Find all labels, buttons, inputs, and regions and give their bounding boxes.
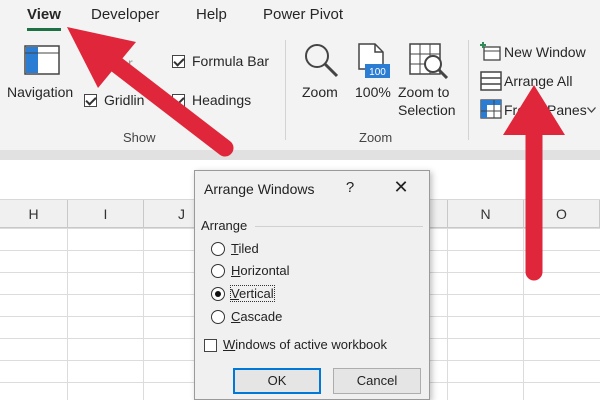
gridline [67, 228, 68, 400]
help-button[interactable]: ? [342, 179, 358, 196]
ribbon: View Developer Help Power Pivot Navigati… [0, 0, 600, 150]
gridline [143, 228, 144, 400]
zoom-to-selection-label-2: Selection [398, 102, 456, 118]
arrange-all-label: Arrange All [504, 73, 573, 89]
gridline [447, 228, 448, 400]
group-divider [285, 40, 286, 140]
tab-power-pivot[interactable]: Power Pivot [263, 6, 343, 23]
navigation-label: Navigation [7, 84, 74, 100]
cancel-button[interactable]: Cancel [333, 368, 421, 394]
ribbon-bottom-band [0, 150, 600, 160]
dialog-title: Arrange Windows [204, 181, 315, 197]
zoom-100-icon: 100 [358, 43, 390, 78]
gridline [523, 228, 524, 400]
tab-view[interactable]: View [27, 6, 61, 23]
radio-horizontal[interactable] [211, 264, 225, 278]
tab-developer[interactable]: Developer [91, 6, 159, 23]
ok-button[interactable]: OK [233, 368, 321, 394]
formula-bar-checkbox[interactable] [172, 55, 185, 68]
option-cascade-label[interactable]: Cascade [231, 309, 282, 324]
gridlines-label[interactable]: Gridlin [104, 92, 144, 108]
zoom-label: Zoom [302, 84, 338, 100]
column-header-n[interactable]: N [448, 200, 524, 228]
active-workbook-checkbox[interactable] [204, 339, 217, 352]
arrange-group-label: Arrange [201, 218, 248, 233]
radio-cascade[interactable] [211, 310, 225, 324]
zoom-to-selection-icon [409, 43, 449, 79]
freeze-panes-icon [480, 99, 502, 119]
magnifier-icon [305, 44, 339, 78]
group-divider [468, 40, 469, 140]
zoom-to-selection-label-1: Zoom to [398, 84, 450, 100]
column-header-o[interactable]: O [524, 200, 600, 228]
option-horizontal-label[interactable]: Horizontal [231, 263, 290, 278]
new-window-icon [480, 42, 501, 61]
radio-vertical[interactable] [211, 287, 225, 301]
chevron-down-icon [587, 107, 596, 113]
navigation-pane-icon [24, 45, 60, 75]
freeze-panes-label-a: Fre [504, 102, 525, 118]
show-group-label: Show [123, 130, 156, 145]
radio-tiled[interactable] [211, 242, 225, 256]
arrange-windows-dialog: Arrange Windows ? ✕ Arrange Tiled Horizo… [194, 170, 430, 400]
zoom-100-label: 100% [355, 84, 391, 100]
formula-bar-label[interactable]: Formula Bar [192, 53, 269, 69]
group-divider [255, 226, 423, 227]
arrange-all-icon [480, 71, 502, 91]
option-tiled-label[interactable]: Tiled [231, 241, 259, 256]
freeze-panes-label-b: Panes [547, 102, 587, 118]
option-vertical-label[interactable]: Vertical [230, 285, 275, 302]
new-window-label: New Window [504, 44, 586, 60]
column-header-i[interactable]: I [68, 200, 144, 228]
column-header-h[interactable]: H [0, 200, 68, 228]
headings-label[interactable]: Headings [192, 92, 251, 108]
close-button[interactable]: ✕ [392, 177, 410, 198]
partial-hidden-label: r [128, 55, 133, 71]
zoom-group-label: Zoom [359, 130, 393, 145]
svg-text:100: 100 [369, 67, 386, 78]
headings-checkbox[interactable] [172, 94, 185, 107]
active-tab-indicator [27, 28, 61, 31]
gridlines-checkbox[interactable] [84, 94, 97, 107]
active-workbook-label[interactable]: Windows of active workbook [223, 337, 387, 352]
tab-help[interactable]: Help [196, 6, 227, 23]
